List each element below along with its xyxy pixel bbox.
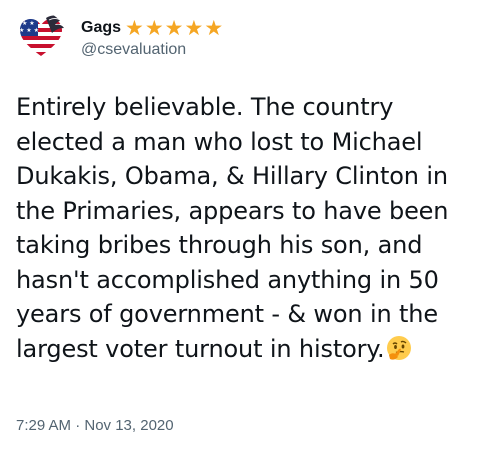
svg-text:★ ★ ★: ★ ★ ★ — [19, 27, 39, 34]
svg-text:★ ★: ★ ★ — [22, 20, 35, 27]
tweet-card: ★ ★ ★ ★ ★ Gags ★★★★★ @csevaluation Entir… — [0, 0, 500, 450]
american-flag-eagle-heart-icon: ★ ★ ★ ★ ★ — [19, 15, 64, 56]
display-name[interactable]: Gags — [81, 19, 121, 37]
tweet-header: ★ ★ ★ ★ ★ Gags ★★★★★ @csevaluation — [16, 12, 224, 62]
star-rating-icon: ★★★★★ — [125, 15, 225, 40]
name-row: Gags ★★★★★ — [81, 16, 224, 40]
user-names: Gags ★★★★★ @csevaluation — [81, 16, 224, 59]
tweet-body: Entirely believable. The country elected… — [16, 93, 449, 363]
tweet-timestamp[interactable]: 7:29 AM · Nov 13, 2020 — [16, 417, 174, 434]
thinking-face-icon — [386, 335, 412, 361]
user-handle[interactable]: @csevaluation — [81, 41, 224, 59]
tweet-text: Entirely believable. The country elected… — [16, 90, 486, 366]
avatar[interactable]: ★ ★ ★ ★ ★ — [16, 12, 66, 62]
